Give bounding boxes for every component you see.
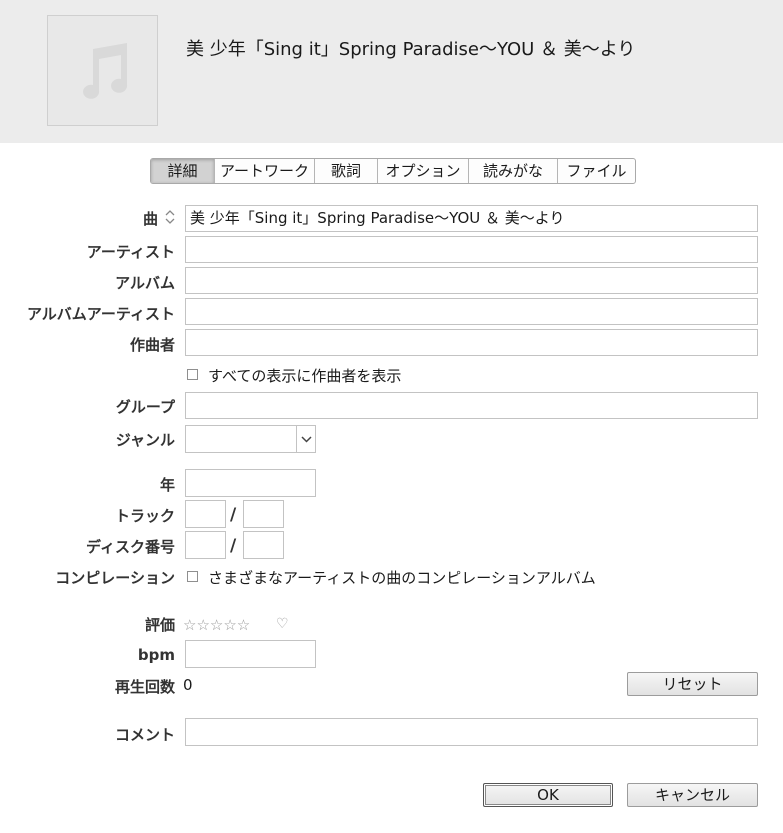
- tab-sorting[interactable]: 読みがな: [469, 159, 558, 183]
- album-field[interactable]: [185, 267, 758, 294]
- album-artist-field[interactable]: [185, 298, 758, 325]
- genre-field[interactable]: [185, 425, 297, 453]
- cancel-button[interactable]: キャンセル: [627, 783, 758, 807]
- disc-number-field[interactable]: [185, 531, 226, 559]
- play-count-value: 0: [183, 676, 193, 694]
- comment-field[interactable]: [185, 718, 758, 746]
- disc-separator: /: [230, 536, 237, 556]
- album-artist-label: アルバムアーティスト: [26, 305, 175, 323]
- grouping-label: グループ: [115, 398, 175, 416]
- love-heart-icon[interactable]: ♡: [276, 616, 289, 632]
- tab-file[interactable]: ファイル: [558, 159, 635, 183]
- grouping-field[interactable]: [185, 392, 758, 419]
- disc-label: ディスク番号: [86, 538, 175, 556]
- composer-field[interactable]: [185, 329, 758, 356]
- music-note-icon: [83, 43, 128, 99]
- artist-label: アーティスト: [86, 243, 175, 261]
- header: 美 少年「Sing it」Spring Paradise～YOU ＆ 美～より: [0, 0, 783, 143]
- song-label: 曲: [142, 210, 158, 228]
- ok-button[interactable]: OK: [483, 783, 613, 807]
- play-count-label: 再生回数: [114, 678, 175, 696]
- chevron-down-icon: [301, 436, 312, 443]
- year-field[interactable]: [185, 469, 316, 497]
- reset-button[interactable]: リセット: [627, 672, 758, 696]
- bpm-label: bpm: [137, 646, 175, 664]
- show-composer-checkbox[interactable]: [187, 369, 198, 380]
- bpm-field[interactable]: [185, 640, 316, 668]
- song-name-field[interactable]: 美 少年「Sing it」Spring Paradise～YOU ＆ 美～より: [185, 205, 758, 232]
- compilation-checkbox[interactable]: [187, 571, 198, 582]
- rating-label: 評価: [144, 616, 175, 634]
- sort-updown-icon[interactable]: [165, 209, 175, 225]
- rating-stars[interactable]: ☆☆☆☆☆: [183, 616, 250, 634]
- disc-count-field[interactable]: [243, 531, 284, 559]
- track-count-field[interactable]: [243, 500, 284, 528]
- tab-lyrics[interactable]: 歌詞: [315, 159, 378, 183]
- composer-label: 作曲者: [129, 336, 175, 354]
- year-label: 年: [159, 476, 175, 494]
- track-label: トラック: [114, 507, 175, 525]
- album-artwork[interactable]: [47, 15, 158, 126]
- tab-artwork[interactable]: アートワーク: [215, 159, 315, 183]
- track-number-field[interactable]: [185, 500, 226, 528]
- tab-options[interactable]: オプション: [378, 159, 469, 183]
- show-composer-label: すべての表示に作曲者を表示: [208, 367, 402, 385]
- compilation-checkbox-label: さまざまなアーティストの曲のコンピレーションアルバム: [208, 569, 596, 587]
- song-title: 美 少年「Sing it」Spring Paradise～YOU ＆ 美～より: [186, 39, 636, 60]
- track-separator: /: [230, 505, 237, 525]
- album-label: アルバム: [115, 274, 175, 292]
- tab-bar: 詳細 アートワーク 歌詞 オプション 読みがな ファイル: [150, 158, 636, 184]
- genre-label: ジャンル: [115, 431, 175, 449]
- comment-label: コメント: [114, 726, 175, 744]
- compilation-label: コンピレーション: [55, 569, 175, 587]
- tab-details[interactable]: 詳細: [151, 159, 215, 183]
- artist-field[interactable]: [185, 236, 758, 263]
- genre-dropdown-button[interactable]: [296, 425, 316, 453]
